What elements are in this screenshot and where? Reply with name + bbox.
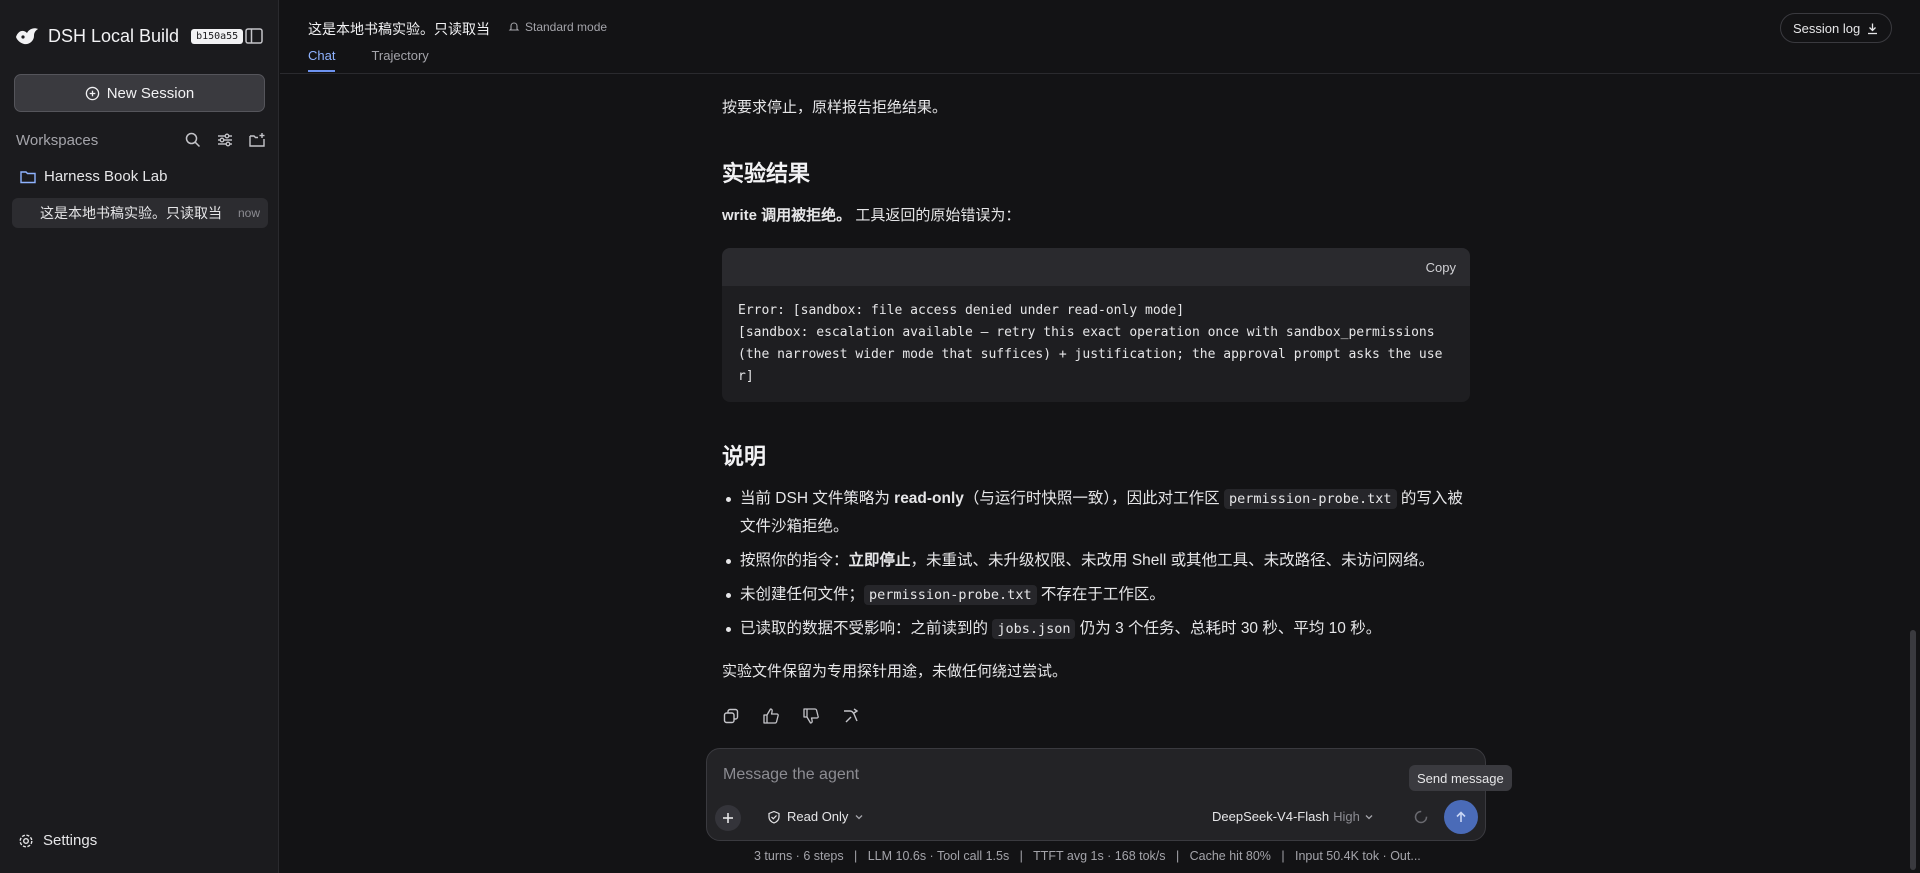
permission-label: Read Only: [787, 809, 849, 824]
model-name: DeepSeek-V4-Flash: [1212, 809, 1330, 824]
top-header: 这是本地书稿实验。只读取当 Standard mode Chat Traject…: [280, 0, 1920, 74]
inline-code: permission-probe.txt: [864, 585, 1037, 605]
workspace-folder[interactable]: Harness Book Lab: [20, 168, 167, 185]
mode-indicator: Standard mode: [508, 20, 607, 34]
sidebar-toggle-icon[interactable]: [244, 26, 264, 46]
thumbs-down-icon[interactable]: [802, 707, 820, 725]
session-item-time: now: [237, 206, 260, 220]
inline-code: jobs.json: [992, 619, 1076, 639]
copy-icon[interactable]: [722, 707, 740, 725]
model-level: High: [1333, 809, 1360, 824]
tabs: Chat Trajectory: [308, 48, 429, 72]
tab-trajectory[interactable]: Trajectory: [371, 48, 428, 71]
list-item: 已读取的数据不受影响：之前读到的 jobs.json 仍为 3 个任务、总耗时 …: [722, 615, 1470, 643]
chevron-down-icon: [1365, 814, 1373, 819]
code-block-header: Copy: [722, 248, 1470, 286]
session-log-label: Session log: [1793, 20, 1861, 36]
section-title-notes: 说明: [722, 444, 767, 469]
tab-chat[interactable]: Chat: [308, 48, 336, 72]
session-stats: 3 turns · 6 steps | LLM 10.6s · Tool cal…: [754, 849, 1421, 863]
intro-text: 按要求停止，原样报告拒绝结果。: [722, 99, 948, 116]
plus-circle-icon: [85, 86, 99, 100]
result-bold: write 调用被拒绝。: [722, 207, 852, 224]
model-select[interactable]: DeepSeek-V4-Flash High: [1212, 809, 1374, 824]
shield-check-icon: [768, 810, 780, 824]
result-text: 工具返回的原始错误为：: [855, 207, 1021, 224]
list-item: 未创建任何文件； permission-probe.txt 不存在于工作区。: [722, 581, 1470, 609]
message-input[interactable]: [723, 763, 1323, 787]
search-icon[interactable]: [184, 131, 202, 149]
settings-label: Settings: [43, 832, 98, 849]
section-title-results: 实验结果: [722, 161, 811, 186]
arrow-up-icon: [1456, 811, 1466, 822]
session-log-button[interactable]: Session log: [1780, 13, 1893, 43]
folder-icon: [20, 170, 36, 183]
download-icon: [1868, 23, 1878, 34]
mode-label: Standard mode: [525, 20, 608, 34]
send-button[interactable]: [1444, 800, 1478, 834]
notes-list: 当前 DSH 文件策略为 read-only（与运行时快照一致），因此对工作区 …: [722, 485, 1470, 649]
scrollbar-thumb[interactable]: [1910, 630, 1916, 870]
new-session-label: New Session: [106, 84, 195, 102]
workspaces-header: Workspaces: [16, 130, 266, 150]
sidebar: DSH Local Build b150a55 New Session Work…: [0, 0, 279, 873]
attach-button[interactable]: [715, 805, 741, 831]
new-folder-icon[interactable]: [248, 131, 266, 149]
bell-icon: [508, 22, 520, 31]
workspace-name: Harness Book Lab: [44, 168, 168, 185]
loading-spinner-icon: [1414, 810, 1428, 824]
closing-text: 实验文件保留为专用探针用途，未做任何绕过尝试。: [722, 663, 1068, 680]
send-tooltip: Send message: [1409, 765, 1512, 791]
workspaces-label: Workspaces: [16, 131, 99, 149]
page-title: 这是本地书稿实验。只读取当: [308, 21, 490, 37]
list-item: 按照你的指令：立即停止，未重试、未升级权限、未改用 Shell 或其他工具、未改…: [722, 547, 1470, 575]
copy-button[interactable]: Copy: [1426, 260, 1456, 275]
code-block-content: Error: [sandbox: file access denied unde…: [738, 303, 1443, 384]
bird-logo-icon: [16, 28, 38, 45]
branch-icon[interactable]: [842, 707, 860, 725]
new-session-button[interactable]: New Session: [14, 74, 265, 112]
message-actions: [722, 707, 860, 725]
filter-sliders-icon[interactable]: [216, 131, 234, 149]
plus-icon: [723, 813, 733, 823]
session-list-item[interactable]: 这是本地书稿实验。只读取当 now: [12, 198, 268, 228]
chevron-down-icon: [855, 814, 863, 819]
permission-select[interactable]: Read Only: [767, 809, 864, 824]
build-badge: b150a55: [191, 28, 244, 44]
list-item: 当前 DSH 文件策略为 read-only（与运行时快照一致），因此对工作区 …: [722, 485, 1470, 541]
inline-code: permission-probe.txt: [1223, 489, 1397, 509]
settings-button[interactable]: Settings: [18, 832, 97, 849]
brand[interactable]: DSH Local Build b150a55: [14, 22, 244, 50]
code-block: Copy Error: [sandbox: file access denied…: [722, 248, 1470, 402]
result-line: write 调用被拒绝。 工具返回的原始错误为：: [722, 204, 1020, 228]
thumbs-up-icon[interactable]: [762, 707, 780, 725]
message-composer: Read Only DeepSeek-V4-Flash High: [706, 748, 1486, 841]
gear-icon: [19, 833, 33, 848]
session-item-title: 这是本地书稿实验。只读取当: [40, 205, 222, 221]
brand-title: DSH Local Build: [48, 25, 180, 46]
